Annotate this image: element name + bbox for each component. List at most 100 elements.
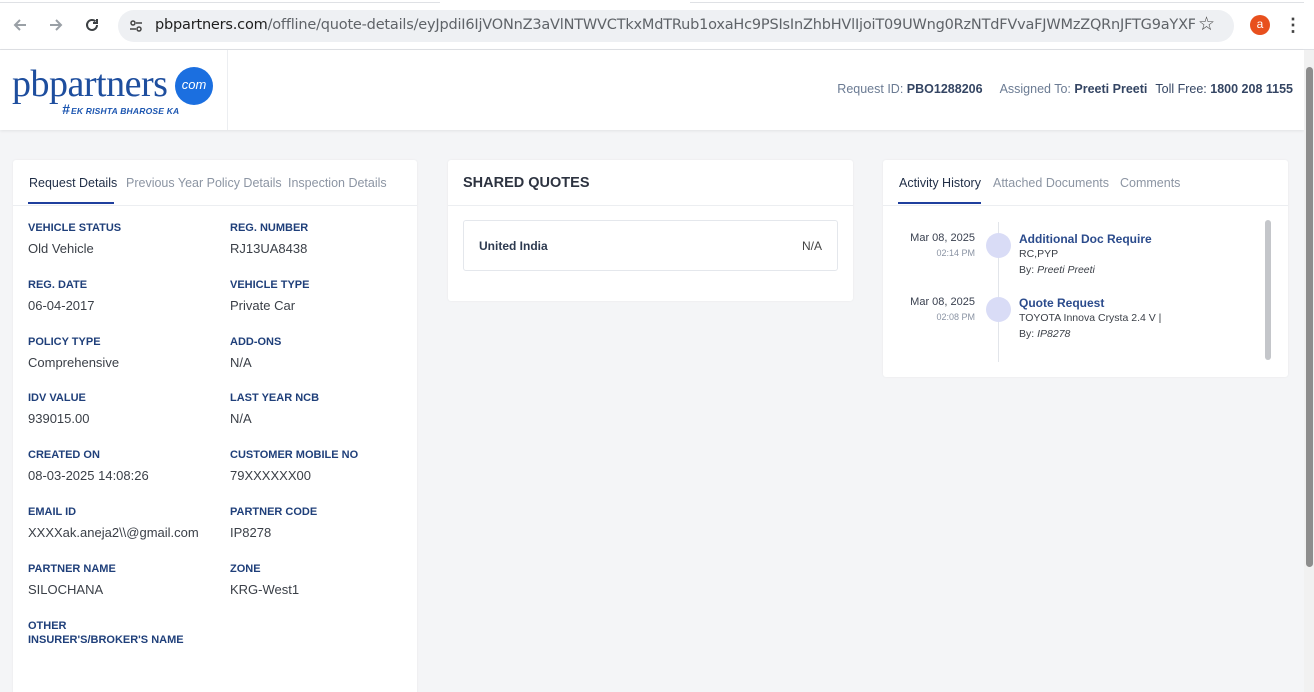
activity-by: By: IP8278 [1019, 328, 1070, 340]
activity-by-name: Preeti Preeti [1037, 264, 1095, 276]
shared-quotes-card: SHARED QUOTES United India N/A [448, 160, 853, 301]
card-divider [448, 205, 853, 206]
active-tab-indicator [28, 202, 114, 204]
url-host: pbpartners.com [155, 17, 268, 33]
quote-item[interactable]: United India N/A [463, 220, 838, 271]
field-value: N/A [230, 355, 252, 370]
field-vehicle-type: VEHICLE TYPE Private Car [230, 278, 420, 314]
field-zone: ZONE KRG-West1 [230, 562, 420, 598]
logo-tagline: #EK RISHTA BHAROSE KA [62, 101, 179, 117]
field-label: PARTNER NAME [28, 563, 116, 575]
quote-insurer: United India [479, 239, 548, 253]
field-value: XXXXak.aneja2\\@gmail.com [28, 525, 199, 540]
activity-time: 02:08 PM [936, 312, 975, 322]
field-add-ons: ADD-ONS N/A [230, 335, 420, 371]
field-idv-value: IDV VALUE 939015.00 [28, 391, 218, 427]
bookmark-star-icon[interactable]: ☆ [1198, 13, 1215, 37]
activity-item: Mar 08, 2025 02:14 PM Additional Doc Req… [883, 232, 1263, 292]
field-value: KRG-West1 [230, 582, 300, 597]
field-label: ADD-ONS [230, 336, 282, 348]
address-bar[interactable]: pbpartners.com/offline/quote-details/eyJ… [118, 10, 1234, 42]
field-last-year-ncb: LAST YEAR NCB N/A [230, 391, 420, 427]
page-scrollbar-thumb[interactable] [1306, 67, 1313, 567]
field-value: 939015.00 [28, 411, 90, 426]
tab-comments[interactable]: Comments [1120, 176, 1180, 190]
assigned-label: Assigned To: [999, 82, 1071, 96]
tab-strip-edge [0, 0, 440, 3]
toll-free-value: 1800 208 1155 [1210, 82, 1293, 96]
activity-by-label: By: [1019, 264, 1035, 276]
assigned-value: Preeti Preeti [1074, 82, 1148, 96]
url-path: /offline/quote-details/eyJpdiI6IjVONnZ3a… [267, 17, 1195, 33]
quote-value: N/A [801, 239, 822, 253]
logo-com-badge: com [175, 67, 213, 105]
request-tabs: Request Details Previous Year Policy Det… [13, 160, 417, 206]
field-other-insurer: OTHER INSURER'S/BROKER'S NAME [28, 619, 188, 653]
activity-title: Additional Doc Require [1019, 232, 1152, 246]
field-created-on: CREATED ON 08-03-2025 14:08:26 [28, 448, 218, 484]
request-info: Request ID: PBO1288206 Assigned To: Preet… [837, 82, 1293, 96]
activity-by-label: By: [1019, 328, 1035, 340]
browser-menu-icon[interactable]: ⋮ [1284, 13, 1302, 37]
activity-desc: RC,PYP [1019, 248, 1059, 260]
field-label: VEHICLE STATUS [28, 222, 122, 234]
tab-previous-year-policy[interactable]: Previous Year Policy Details [126, 176, 282, 190]
logo-hash: # [62, 101, 70, 117]
activity-title: Quote Request [1019, 296, 1105, 310]
activity-scrollbar[interactable] [1265, 220, 1271, 360]
activity-by: By: Preeti Preeti [1019, 264, 1095, 276]
field-label: ZONE [230, 563, 261, 575]
field-reg-date: REG. DATE 06-04-2017 [28, 278, 218, 314]
browser-toolbar: pbpartners.com/offline/quote-details/eyJ… [0, 0, 1314, 50]
field-label: VEHICLE TYPE [230, 279, 310, 291]
site-settings-icon[interactable] [128, 18, 144, 34]
request-details-card: Request Details Previous Year Policy Det… [13, 160, 417, 692]
field-value: 79XXXXXX00 [230, 468, 311, 483]
field-value: N/A [230, 411, 252, 426]
field-customer-mobile: CUSTOMER MOBILE NO 79XXXXXX00 [230, 448, 420, 484]
field-label: PARTNER CODE [230, 506, 318, 518]
back-icon[interactable] [8, 13, 32, 37]
active-tab-indicator [898, 202, 981, 204]
field-label: OTHER INSURER'S/BROKER'S NAME [28, 620, 184, 646]
field-value: Old Vehicle [28, 241, 94, 256]
field-partner-name: PARTNER NAME SILOCHANA [28, 562, 218, 598]
field-label: EMAIL ID [28, 506, 77, 518]
logo-tagline-text: EK RISHTA BHAROSE KA [71, 106, 180, 116]
timeline-dot [986, 233, 1011, 258]
field-value: SILOCHANA [28, 582, 104, 597]
tab-request-details[interactable]: Request Details [29, 176, 117, 190]
field-value: Private Car [230, 298, 296, 313]
shared-quotes-title: SHARED QUOTES [463, 175, 590, 191]
activity-desc: TOYOTA Innova Crysta 2.4 V | [1019, 312, 1162, 324]
field-label: IDV VALUE [28, 392, 86, 404]
field-partner-code: PARTNER CODE IP8278 [230, 505, 420, 541]
activity-tabs: Activity History Attached Documents Comm… [883, 160, 1288, 206]
field-label: POLICY TYPE [28, 336, 101, 348]
activity-by-name: IP8278 [1037, 328, 1071, 340]
forward-icon[interactable] [44, 13, 68, 37]
activity-date: Mar 08, 2025 [910, 296, 975, 308]
request-id-label: Request ID: [837, 82, 904, 96]
field-value: 06-04-2017 [28, 298, 95, 313]
field-value: IP8278 [230, 525, 272, 540]
toll-free-label: Toll Free: [1155, 82, 1207, 96]
app-header: pbpartners com #EK RISHTA BHAROSE KA Req… [0, 50, 1304, 130]
tab-strip-edge-right [690, 0, 1304, 3]
tab-activity-history[interactable]: Activity History [899, 176, 981, 190]
field-label: REG. DATE [28, 279, 88, 291]
profile-avatar[interactable]: a [1250, 15, 1270, 35]
logo[interactable]: pbpartners com #EK RISHTA BHAROSE KA [0, 50, 228, 130]
field-label: CREATED ON [28, 449, 100, 461]
field-value: 08-03-2025 14:08:26 [28, 468, 149, 483]
field-label: LAST YEAR NCB [230, 392, 320, 404]
reload-icon[interactable] [80, 13, 104, 37]
timeline-dot [986, 297, 1011, 322]
logo-text: pbpartners [12, 63, 168, 105]
field-reg-number: REG. NUMBER RJ13UA8438 [230, 221, 420, 257]
field-label: REG. NUMBER [230, 222, 309, 234]
tab-attached-documents[interactable]: Attached Documents [993, 176, 1109, 190]
field-policy-type: POLICY TYPE Comprehensive [28, 335, 218, 371]
url-text: pbpartners.com/offline/quote-details/eyJ… [155, 17, 1195, 33]
tab-inspection-details[interactable]: Inspection Details [288, 176, 387, 190]
